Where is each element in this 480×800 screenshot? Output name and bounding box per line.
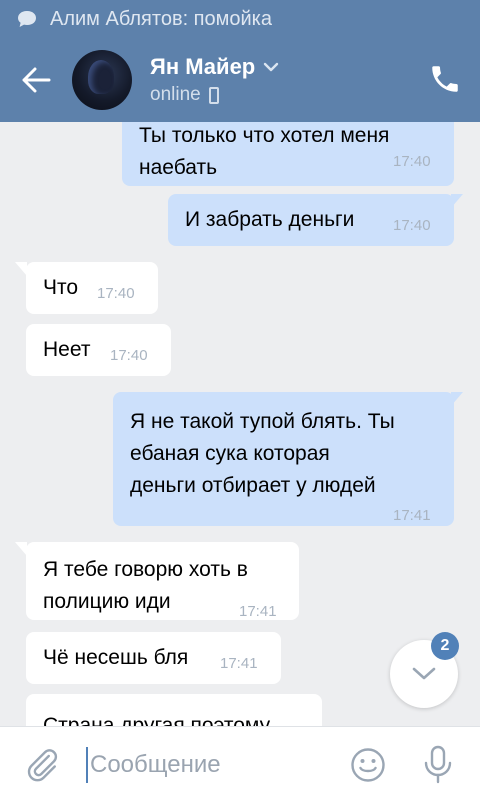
message-text-line: ебаная сука которая [130,442,330,465]
phone-icon [432,66,458,92]
text-cursor [86,747,88,783]
chat-header: Ян Майер online [0,38,480,122]
call-button[interactable] [428,62,462,96]
message-time: 17:40 [110,347,148,364]
message-bubble-incoming[interactable]: Страна другая поэтому [26,694,322,726]
chevron-down-icon [264,62,279,72]
message-time: 17:41 [239,603,277,620]
message-time: 17:41 [393,507,431,524]
message-bubble-incoming[interactable]: Неет 17:40 [26,324,171,376]
attach-button[interactable] [24,747,60,783]
emoji-button[interactable] [350,747,386,783]
notification-text: Алим Аблятов: помойка [50,7,272,30]
message-time: 17:41 [220,655,258,672]
message-bubble-outgoing[interactable]: И забрать деньги 17:40 [168,194,463,246]
microphone-icon [424,745,452,784]
bubble-tail [451,392,463,406]
unread-count-badge: 2 [431,632,459,660]
back-button[interactable] [18,62,54,98]
status-bar: Алим Аблятов: помойка [0,0,480,38]
online-status-text: online [150,84,201,105]
smiley-icon [351,748,385,782]
message-text-line: Я тебе говорю хоть в [43,558,248,581]
message-bubble-incoming[interactable]: Чё несешь бля 17:41 [26,632,281,684]
message-text-line: Страна другая поэтому [43,714,271,726]
contact-name: Ян Майер [150,54,256,79]
message-text-line: деньги отбирает у людей [130,474,376,497]
bubble-tail [15,542,27,556]
mobile-phone-icon [208,86,219,104]
message-bubble-incoming[interactable]: Что 17:40 [15,262,158,314]
avatar[interactable] [72,50,132,110]
bubble-tail [15,262,27,276]
contact-name-button[interactable]: Ян Майер [150,54,279,80]
voice-message-button[interactable] [422,745,454,785]
arrow-left-icon [22,67,51,93]
message-time: 17:40 [97,285,135,302]
message-bubble-outgoing[interactable]: Я не такой тупой блять. Ты ебаная сука к… [113,392,463,526]
contact-status: online [150,84,219,106]
bubble-tail [451,194,463,208]
message-list[interactable]: Ты только что хотел меня наебать 17:40 И… [0,122,480,726]
message-input[interactable] [90,745,330,785]
message-text-line: Я не такой тупой блять. Ты [130,410,395,433]
message-time: 17:40 [393,153,431,170]
avatar-figure [88,60,114,94]
message-time: 17:40 [393,217,431,234]
message-input-bar [0,726,480,800]
message-bubble-outgoing[interactable]: Ты только что хотел меня наебать 17:40 [122,122,454,186]
paperclip-icon [27,749,58,782]
chat-bubble-icon [18,11,36,27]
message-bubble-incoming[interactable]: Я тебе говорю хоть в полицию иди 17:41 [15,542,299,620]
chevron-down-icon [412,667,436,680]
